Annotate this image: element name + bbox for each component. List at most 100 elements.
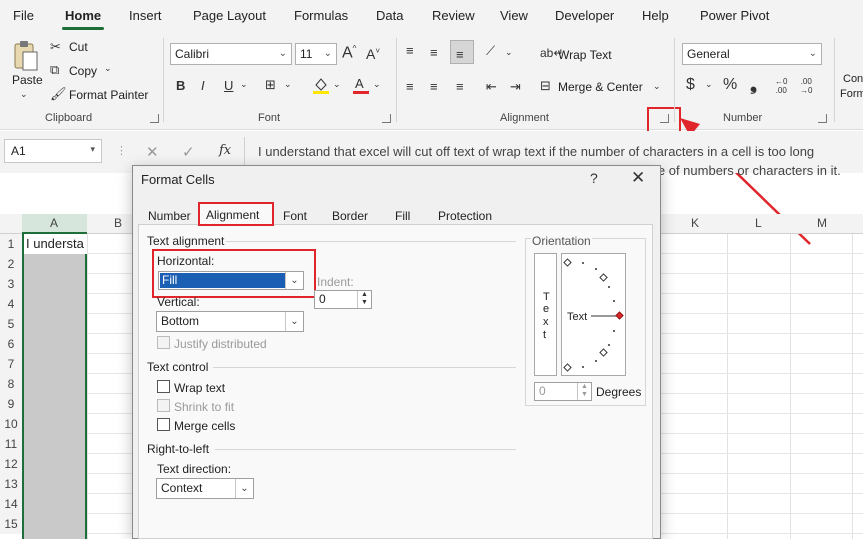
- paintbrush-icon[interactable]: 🖌: [50, 87, 67, 100]
- menu-file[interactable]: File: [13, 8, 34, 23]
- align-left-icon[interactable]: ≡: [406, 80, 414, 93]
- paste-button[interactable]: Paste: [12, 73, 43, 87]
- column-header-b[interactable]: B: [114, 216, 122, 230]
- bold-button[interactable]: B: [176, 79, 185, 92]
- menu-developer[interactable]: Developer: [555, 8, 614, 23]
- menu-review[interactable]: Review: [432, 8, 475, 23]
- chevron-down-icon[interactable]: ⌄: [240, 80, 248, 89]
- menu-data[interactable]: Data: [376, 8, 403, 23]
- row-header[interactable]: 14: [0, 494, 22, 514]
- chevron-down-icon[interactable]: ⌄: [20, 90, 28, 99]
- tab-protection[interactable]: Protection: [438, 209, 492, 223]
- copy-button[interactable]: Copy: [69, 64, 97, 78]
- menu-formulas[interactable]: Formulas: [294, 8, 348, 23]
- font-size-combo[interactable]: 11 ⌄: [295, 43, 337, 65]
- increase-decimal-icon[interactable]: ←0.00: [775, 77, 787, 95]
- font-name-combo[interactable]: Calibri ⌄: [170, 43, 292, 65]
- scissors-icon[interactable]: ✂: [50, 40, 61, 53]
- spinner-arrows-icon[interactable]: ▲ ▼: [577, 383, 591, 400]
- more-options-icon[interactable]: ⋮: [116, 146, 127, 157]
- column-header-a[interactable]: A: [50, 216, 58, 230]
- menu-view[interactable]: View: [500, 8, 528, 23]
- paste-icon[interactable]: [12, 40, 40, 72]
- justify-distributed-checkbox[interactable]: [157, 336, 170, 349]
- italic-button[interactable]: I: [201, 79, 205, 92]
- menu-power-pivot[interactable]: Power Pivot: [700, 8, 769, 23]
- tab-alignment[interactable]: Alignment: [206, 208, 259, 222]
- chevron-down-icon[interactable]: ⌄: [705, 80, 713, 89]
- decrease-decimal-icon[interactable]: .00 →0: [800, 77, 812, 95]
- chevron-down-icon[interactable]: ⌄: [653, 82, 661, 91]
- fill-color-icon[interactable]: [312, 76, 330, 94]
- indent-spinner[interactable]: 0 ▲ ▼: [314, 290, 372, 309]
- comma-button[interactable]: ❟: [750, 75, 757, 93]
- chevron-down-icon[interactable]: ⌄: [333, 80, 341, 89]
- increase-font-icon[interactable]: A^: [342, 45, 356, 61]
- number-format-combo[interactable]: General ⌄: [682, 43, 822, 65]
- menu-insert[interactable]: Insert: [129, 8, 162, 23]
- help-button[interactable]: ?: [590, 170, 598, 186]
- row-header[interactable]: 5: [0, 314, 22, 334]
- row-header[interactable]: 13: [0, 474, 22, 494]
- align-middle-icon[interactable]: ≡: [430, 46, 438, 59]
- copy-icon[interactable]: ⧉: [50, 63, 59, 76]
- conditional-format-label-line2[interactable]: Form: [840, 88, 863, 100]
- font-color-icon[interactable]: A: [352, 76, 370, 94]
- row-header[interactable]: 15: [0, 514, 22, 534]
- chevron-down-icon[interactable]: ⌄: [104, 64, 112, 73]
- formula-content-line2[interactable]: le of numbers or characters in it.: [655, 163, 841, 178]
- menu-page-layout[interactable]: Page Layout: [193, 8, 266, 23]
- row-header[interactable]: 7: [0, 354, 22, 374]
- shrink-to-fit-checkbox[interactable]: [157, 399, 170, 412]
- wrap-text-checkbox[interactable]: [157, 380, 170, 393]
- tab-fill[interactable]: Fill: [395, 209, 410, 223]
- format-painter-button[interactable]: Format Painter: [69, 88, 148, 102]
- font-launcher-icon[interactable]: [382, 114, 391, 123]
- column-header-k[interactable]: K: [691, 216, 699, 230]
- row-header[interactable]: 6: [0, 334, 22, 354]
- cut-button[interactable]: Cut: [69, 40, 88, 54]
- cancel-icon[interactable]: ✕: [146, 145, 159, 160]
- insert-function-icon[interactable]: fx: [219, 144, 231, 157]
- row-header[interactable]: 3: [0, 274, 22, 294]
- row-header[interactable]: 12: [0, 454, 22, 474]
- orientation-icon[interactable]: ⟋: [486, 44, 495, 57]
- column-a-selection[interactable]: [22, 234, 87, 539]
- text-direction-dropdown[interactable]: Context ⌄: [156, 478, 254, 499]
- close-button[interactable]: ✕: [631, 168, 645, 188]
- row-header[interactable]: 10: [0, 414, 22, 434]
- menu-help[interactable]: Help: [642, 8, 669, 23]
- conditional-format-label[interactable]: Con: [843, 73, 863, 85]
- menu-home[interactable]: Home: [65, 8, 101, 23]
- underline-button[interactable]: U: [224, 79, 233, 92]
- vertical-dropdown[interactable]: Bottom ⌄: [156, 311, 304, 332]
- clipboard-launcher-icon[interactable]: [150, 114, 159, 123]
- decrease-indent-icon[interactable]: ⇤: [486, 80, 497, 93]
- currency-button[interactable]: $: [686, 77, 695, 93]
- wrap-text-button[interactable]: Wrap Text: [558, 48, 612, 62]
- formula-content[interactable]: I understand that excel will cut off tex…: [258, 144, 814, 159]
- merge-center-button[interactable]: Merge & Center: [558, 80, 643, 94]
- degrees-spinner[interactable]: 0 ▲ ▼: [534, 382, 592, 401]
- row-header[interactable]: 1: [0, 234, 22, 254]
- percent-button[interactable]: %: [723, 77, 737, 93]
- row-header[interactable]: 4: [0, 294, 22, 314]
- chevron-down-icon[interactable]: ⌄: [284, 80, 292, 89]
- column-header-m[interactable]: M: [817, 216, 827, 230]
- row-header[interactable]: 2: [0, 254, 22, 274]
- align-top-icon[interactable]: ≡: [406, 44, 414, 57]
- row-header[interactable]: 9: [0, 394, 22, 414]
- tab-font[interactable]: Font: [283, 209, 307, 223]
- spinner-arrows-icon[interactable]: ▲ ▼: [357, 291, 371, 308]
- cell-a1[interactable]: I understa: [24, 234, 87, 254]
- increase-indent-icon[interactable]: ⇥: [510, 80, 521, 93]
- row-header[interactable]: 11: [0, 434, 22, 454]
- merge-cells-checkbox[interactable]: [157, 418, 170, 431]
- decrease-font-icon[interactable]: A˅: [366, 47, 380, 61]
- borders-icon[interactable]: ⊞: [265, 78, 276, 91]
- enter-icon[interactable]: ✓: [182, 145, 195, 160]
- tab-number[interactable]: Number: [148, 209, 191, 223]
- column-header-l[interactable]: L: [755, 216, 762, 230]
- chevron-down-icon[interactable]: ⌄: [505, 48, 513, 57]
- row-header[interactable]: 8: [0, 374, 22, 394]
